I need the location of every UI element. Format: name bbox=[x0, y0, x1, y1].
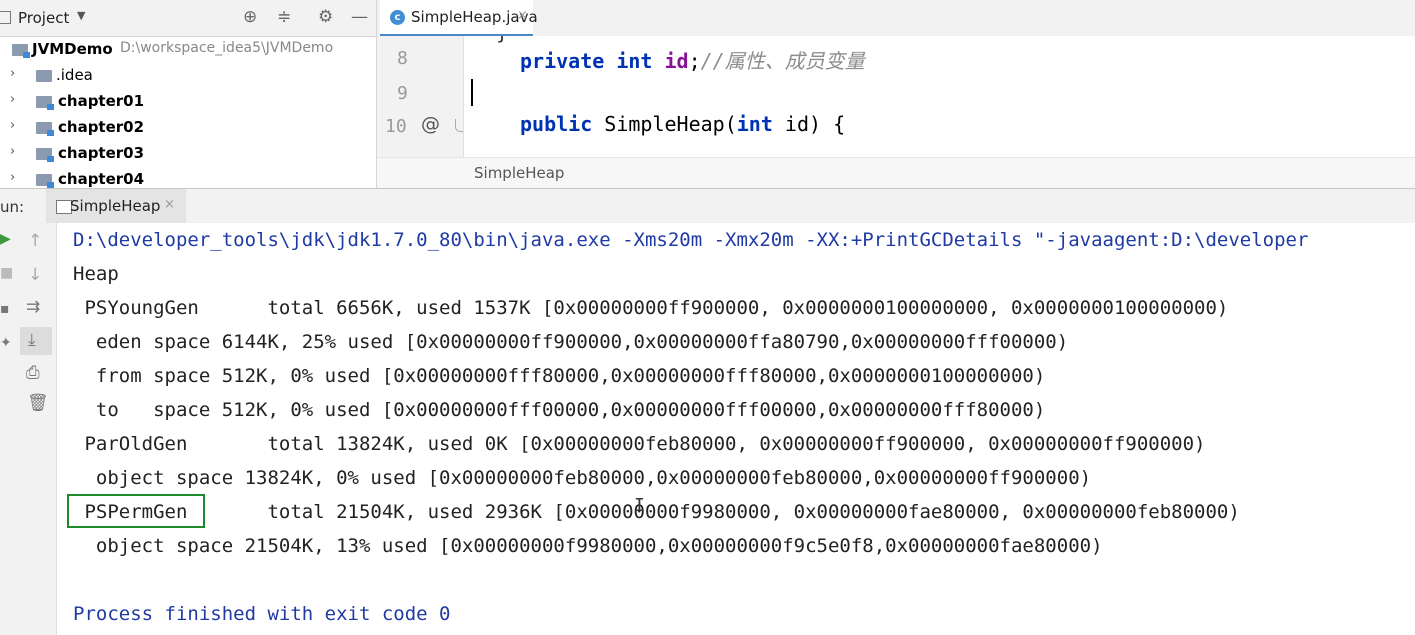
console-line: Heap bbox=[73, 263, 119, 285]
code-text: id) { bbox=[772, 112, 846, 136]
project-toolbar: Project ▼ ⊕ ≑ ⚙ — bbox=[0, 0, 376, 37]
rerun-icon[interactable]: ▶ bbox=[0, 231, 11, 247]
restore-layout-icon[interactable]: ▪ bbox=[0, 301, 10, 317]
text-cursor-icon: I bbox=[634, 495, 645, 516]
console-command-line: D:\developer_tools\jdk\jdk1.7.0_80\bin\j… bbox=[73, 229, 1309, 251]
chevron-right-icon[interactable]: › bbox=[10, 170, 15, 185]
soft-wrap-icon[interactable]: ⇉ bbox=[26, 297, 40, 317]
trash-icon[interactable]: 🗑 bbox=[27, 393, 49, 413]
pin-icon[interactable]: ✦ bbox=[0, 335, 12, 351]
code-line-8: private int id;//属性、成员变量 bbox=[520, 45, 865, 74]
gear-icon[interactable]: ⚙ bbox=[318, 7, 333, 27]
tree-item-chapter03[interactable]: › chapter03 bbox=[0, 141, 376, 167]
project-panel: Project ▼ ⊕ ≑ ⚙ — JVMDemo D:\workspace_i… bbox=[0, 0, 377, 188]
project-view-icon bbox=[0, 11, 11, 24]
tree-item-label: .idea bbox=[56, 66, 93, 84]
stop-icon[interactable]: ■ bbox=[0, 265, 13, 281]
text-caret bbox=[471, 79, 473, 106]
run-side-toolbar: ↑ ↓ ⇉ ⤓ ⎙ 🗑 bbox=[14, 223, 57, 635]
hide-panel-icon[interactable]: — bbox=[351, 7, 368, 27]
line-number-gutter[interactable]: 8 9 10 @ bbox=[377, 36, 464, 157]
code-editor[interactable]: } private int id;//属性、成员变量 public Simple… bbox=[464, 36, 1415, 157]
console-line: ParOldGen total 13824K, used 0K [0x00000… bbox=[73, 433, 1206, 455]
run-left-strip: ▶ ■ ▪ ✦ bbox=[0, 223, 14, 635]
tab-simpleheap-java[interactable]: c SimpleHeap.java × bbox=[380, 0, 538, 37]
console-line: PSYoungGen total 6656K, used 1537K [0x00… bbox=[73, 297, 1229, 319]
tree-item-chapter01[interactable]: › chapter01 bbox=[0, 89, 376, 115]
scroll-to-end-icon: ⤓ bbox=[28, 330, 36, 350]
keyword: int bbox=[736, 112, 773, 136]
console-line: eden space 6144K, 25% used [0x00000000ff… bbox=[73, 331, 1069, 353]
tree-item-label: chapter04 bbox=[58, 170, 145, 188]
pspermgen-highlight-box bbox=[67, 494, 205, 528]
chevron-right-icon[interactable]: › bbox=[10, 118, 15, 133]
punctuation: ; bbox=[688, 49, 701, 73]
tree-item-label: chapter03 bbox=[58, 144, 145, 162]
console-line: object space 13824K, 0% used [0x00000000… bbox=[73, 467, 1092, 489]
field-name: id bbox=[664, 49, 689, 73]
close-icon[interactable]: × bbox=[517, 8, 528, 23]
project-root-path: D:\workspace_idea5\JVMDemo bbox=[120, 40, 334, 56]
line-number: 8 bbox=[397, 48, 408, 69]
code-line-11-partial bbox=[564, 149, 734, 157]
line-number: 9 bbox=[397, 83, 408, 104]
tree-item-label: chapter01 bbox=[58, 92, 145, 110]
locate-icon[interactable]: ⊕ bbox=[243, 7, 257, 27]
code-comment: //属性、成员变量 bbox=[700, 49, 865, 73]
project-root-name: JVMDemo bbox=[32, 40, 113, 58]
chevron-right-icon[interactable]: › bbox=[10, 66, 15, 81]
run-tab-label: SimpleHeap bbox=[70, 197, 161, 215]
console-line: from space 512K, 0% used [0x00000000fff8… bbox=[73, 365, 1046, 387]
chevron-right-icon[interactable]: › bbox=[10, 92, 15, 107]
keyword: private int bbox=[520, 49, 653, 73]
keyword: public bbox=[520, 112, 593, 136]
console-line: PSPermGen total 21504K, used 2936K [0x00… bbox=[73, 501, 1240, 523]
run-panel-label: un: bbox=[0, 198, 25, 216]
tree-item-chapter02[interactable]: › chapter02 bbox=[0, 115, 376, 141]
code-text: SimpleHeap( bbox=[592, 112, 737, 136]
print-icon[interactable]: ⎙ bbox=[26, 363, 40, 383]
module-folder-icon bbox=[36, 96, 54, 110]
chevron-down-icon[interactable]: ▼ bbox=[77, 9, 85, 22]
console-line: object space 21504K, 13% used [0x0000000… bbox=[73, 535, 1103, 557]
module-folder-icon bbox=[36, 174, 54, 188]
scroll-to-end-button[interactable]: ⤓ bbox=[20, 327, 52, 355]
close-icon[interactable]: × bbox=[164, 197, 175, 212]
arrow-up-icon[interactable]: ↑ bbox=[28, 231, 42, 251]
console-exit-line: Process finished with exit code 0 bbox=[73, 603, 451, 625]
tree-item-label: chapter02 bbox=[58, 118, 145, 136]
module-folder-icon bbox=[36, 148, 54, 162]
run-tab-simpleheap[interactable]: SimpleHeap × bbox=[46, 189, 186, 223]
override-marker-icon[interactable]: @ bbox=[421, 113, 440, 135]
project-view-title[interactable]: Project bbox=[18, 9, 69, 27]
java-class-icon: c bbox=[390, 10, 405, 25]
project-root[interactable]: JVMDemo D:\workspace_idea5\JVMDemo bbox=[0, 37, 376, 63]
chevron-right-icon[interactable]: › bbox=[10, 144, 15, 159]
console-output[interactable]: D:\developer_tools\jdk\jdk1.7.0_80\bin\j… bbox=[57, 223, 1415, 635]
folder-icon bbox=[36, 70, 52, 82]
tree-item-idea[interactable]: › .idea bbox=[0, 63, 376, 89]
breadcrumb-item[interactable]: SimpleHeap bbox=[474, 164, 564, 182]
tree-item-chapter04[interactable]: › chapter04 bbox=[0, 167, 376, 188]
run-toolbar: un: SimpleHeap × bbox=[0, 188, 1415, 224]
editor-breadcrumb: SimpleHeap bbox=[377, 157, 1415, 189]
module-folder-icon bbox=[12, 44, 30, 58]
arrow-down-icon[interactable]: ↓ bbox=[28, 265, 42, 285]
collapse-all-icon[interactable]: ≑ bbox=[277, 7, 291, 27]
editor-tab-bar: c SimpleHeap.java × bbox=[377, 0, 1415, 37]
line-number: 10 bbox=[385, 116, 407, 137]
fold-icon[interactable] bbox=[455, 119, 463, 132]
code-line-10: public SimpleHeap(int id) { bbox=[520, 112, 845, 136]
module-folder-icon bbox=[36, 122, 54, 136]
console-line: to space 512K, 0% used [0x00000000fff000… bbox=[73, 399, 1046, 421]
code-line-partial: } bbox=[472, 36, 508, 44]
